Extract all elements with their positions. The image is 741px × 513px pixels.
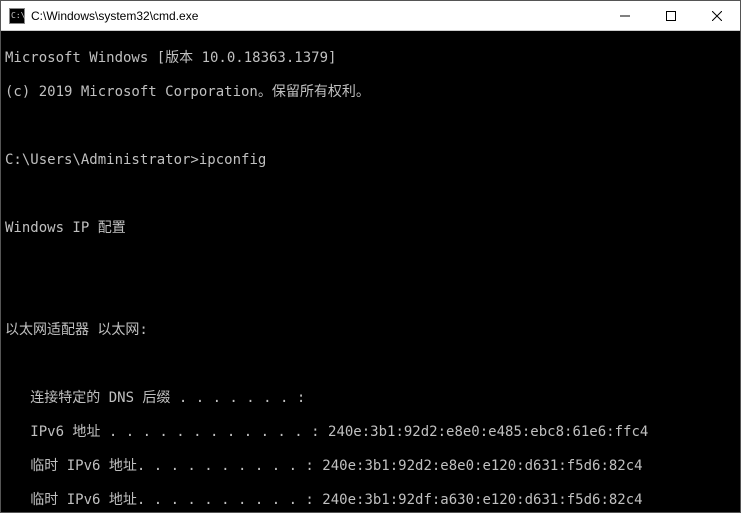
blank-line [5, 186, 736, 203]
config-value: 240e:3b1:92df:a630:e120:d631:f5d6:82c4 [322, 492, 642, 508]
banner-line: Microsoft Windows [版本 10.0.18363.1379] [5, 50, 736, 67]
maximize-icon [666, 11, 676, 21]
blank-line [5, 356, 736, 373]
close-icon [712, 11, 722, 21]
blank-line [5, 254, 736, 271]
window-title: C:\Windows\system32\cmd.exe [31, 9, 602, 23]
config-row: IPv6 地址 . . . . . . . . . . . . : 240e:3… [5, 424, 736, 441]
typed-command: ipconfig [199, 152, 266, 168]
config-value: 240e:3b1:92d2:e8e0:e120:d631:f5d6:82c4 [322, 458, 642, 474]
config-value: 240e:3b1:92d2:e8e0:e485:ebc8:61e6:ffc4 [328, 424, 648, 440]
section-header: Windows IP 配置 [5, 220, 736, 237]
window-titlebar: C:\ C:\Windows\system32\cmd.exe [1, 1, 740, 31]
close-button[interactable] [694, 1, 740, 31]
config-label: 连接特定的 DNS 后缀 . . . . . . . : [5, 390, 305, 406]
blank-line [5, 118, 736, 135]
config-row: 临时 IPv6 地址. . . . . . . . . . : 240e:3b1… [5, 492, 736, 509]
minimize-icon [620, 11, 630, 21]
config-label: IPv6 地址 . . . . . . . . . . . . : [5, 424, 328, 440]
config-label: 临时 IPv6 地址. . . . . . . . . . : [5, 492, 322, 508]
prompt-path: C:\Users\Administrator> [5, 152, 199, 168]
minimize-button[interactable] [602, 1, 648, 31]
maximize-button[interactable] [648, 1, 694, 31]
adapter-title: 以太网适配器 以太网: [5, 322, 736, 339]
config-label: 临时 IPv6 地址. . . . . . . . . . : [5, 458, 322, 474]
prompt-line: C:\Users\Administrator>ipconfig [5, 152, 736, 169]
blank-line [5, 288, 736, 305]
config-row: 连接特定的 DNS 后缀 . . . . . . . : [5, 390, 736, 407]
terminal-output[interactable]: Microsoft Windows [版本 10.0.18363.1379] (… [1, 31, 740, 512]
config-row: 临时 IPv6 地址. . . . . . . . . . : 240e:3b1… [5, 458, 736, 475]
banner-line: (c) 2019 Microsoft Corporation。保留所有权利。 [5, 84, 736, 101]
cmd-icon: C:\ [9, 8, 25, 24]
